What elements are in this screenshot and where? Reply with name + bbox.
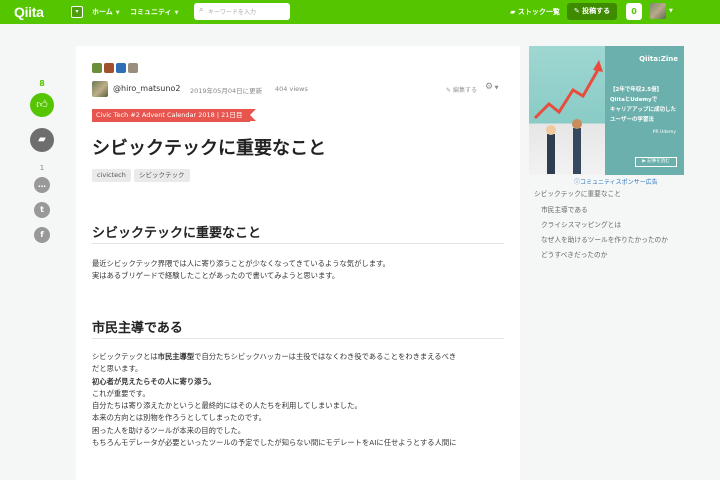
stock-list-label: ストック一覧 [517, 8, 560, 16]
paragraph: シビックテックとは市民主導型で自分たちシビックハッカーは主役ではなくわき役である… [92, 351, 506, 449]
sponsor-link[interactable]: ⓘコミュニティスポンサー広告 [574, 177, 658, 186]
text-span: シビックテックとは [92, 352, 158, 361]
facebook-icon[interactable]: f [34, 227, 50, 243]
like-count: 8 [39, 79, 45, 88]
article-title: シビックテックに重要なこと [92, 138, 326, 159]
nav-home[interactable]: ホーム ▼ [92, 7, 120, 17]
paragraph-line: もちろんモデレータが必要といったツールの予定でしたが知らない間にモデレートをAI… [92, 438, 457, 448]
ad-pr-label: PR Udemy [652, 130, 676, 135]
post-button[interactable]: ✎ 投稿する [567, 3, 617, 20]
pencil-icon: ✎ [446, 87, 453, 94]
liker-avatar[interactable] [116, 63, 126, 73]
service-menu-dropdown-icon[interactable]: ▾ [71, 6, 83, 18]
liker-avatar[interactable] [92, 63, 102, 73]
ad-cta-label: 記事を読む [647, 159, 670, 164]
chevron-down-icon: ▼ [115, 10, 120, 16]
text-span: で自分たちシビックハッカーは主役ではなくわき役であることをわきまえるべき [194, 352, 457, 361]
comment-icon[interactable]: … [34, 177, 50, 193]
search-icon: ⌕ [199, 5, 204, 14]
ad-line: ユーザーの学習法 [610, 117, 654, 123]
likers-avatars [92, 63, 140, 73]
advent-calendar-ribbon[interactable]: Civic Tech #2 Advent Calendar 2018 | 21日… [92, 109, 257, 122]
tag-civic-tech-ja[interactable]: シビックテック [134, 169, 190, 182]
paragraph-line: シビックテックとは市民主導型で自分たちシビックハッカーは主役ではなくわき役である… [92, 351, 506, 363]
notification-button[interactable]: 0 [626, 3, 642, 20]
paragraph-line: これが重要です。 [92, 388, 150, 398]
user-avatar[interactable] [650, 3, 666, 19]
ad-line: QiitaとUdemyで [610, 97, 658, 103]
gear-icon[interactable]: ⚙ ▼ [485, 82, 499, 92]
liker-avatar[interactable] [104, 63, 114, 73]
paragraph: 最近シビックテック界隈では人に寄り添うことが少なくなってきているような気がします… [92, 258, 506, 283]
ad-illustration [529, 46, 605, 175]
search-input[interactable]: キーワードを入力 [208, 7, 256, 16]
ad-line: 【2年で年収2.5倍】 [610, 87, 663, 93]
like-button[interactable]: 👍︎ [30, 93, 54, 117]
section-heading: シビックテックに重要なこと [92, 226, 262, 241]
search-box[interactable]: ⌕ キーワードを入力 [194, 3, 290, 20]
thumbs-up-icon: 👍︎ [36, 98, 48, 111]
edit-request-link[interactable]: ✎ 編集する [446, 85, 477, 94]
paragraph-line: 本来の方向とは別物を作ろうとしてしまったのです。 [92, 413, 266, 423]
heading-divider [92, 338, 504, 339]
liker-avatar[interactable] [128, 63, 138, 73]
comment-count: 1 [39, 164, 45, 172]
twitter-icon[interactable]: t [34, 202, 50, 218]
bold-text: 市民主導型 [157, 352, 195, 361]
updated-date: 2019年05月04日に更新 [190, 87, 263, 95]
paragraph-line: 自分たちは寄り添えたかというと最終的にはその人たちを利用してしまいました。 [92, 401, 362, 411]
post-button-label: 投稿する [582, 7, 611, 15]
toc-item[interactable]: 市民主導である [541, 204, 588, 214]
global-header: Qiita ▾ ホーム ▼ コミュニティ ▼ ⌕ キーワードを入力 ▰ ストック一覧… [0, 0, 720, 24]
chevron-down-icon[interactable]: ▼ [669, 8, 673, 14]
paragraph-line: 初心者が見えたらその人に寄り添う。 [92, 376, 506, 388]
qiita-logo[interactable]: Qiita [14, 4, 44, 20]
heading-divider [92, 243, 504, 244]
tag-civictech[interactable]: civictech [92, 169, 131, 182]
toc-item[interactable]: シビックテックに重要なこと [534, 188, 621, 198]
article: @hiro_matsuno2 2019年05月04日に更新 404 views … [76, 46, 520, 480]
sponsor-ad-banner[interactable]: Qiita:Zine 【2年で年収2.5倍】 QiitaとUdemyで キャリア… [529, 46, 684, 175]
folder-icon: ▰ [38, 134, 46, 145]
nav-home-label: ホーム [92, 8, 113, 16]
author-name[interactable]: @hiro_matsuno2 [113, 84, 180, 93]
toc-item[interactable]: どうすべきだったのか [541, 249, 607, 259]
ad-brand: Qiita:Zine [639, 55, 678, 63]
toc-item[interactable]: クライシスマッピングとは [541, 219, 621, 229]
folder-icon: ▰ [510, 8, 518, 16]
view-count: 404 views [275, 85, 308, 93]
growth-arrow-icon [533, 60, 603, 174]
sponsor-link-label: コミュニティスポンサー広告 [580, 179, 658, 186]
bold-text: 初心者が見えたらその人に寄り添う。 [92, 376, 216, 386]
ad-line: キャリアアップに成功した [610, 107, 677, 113]
stock-button[interactable]: ▰ [30, 128, 54, 152]
paragraph-line: 困った人を助けるツールが本来の目的でした。 [92, 425, 246, 435]
nav-community-label: コミュニティ [130, 8, 172, 16]
nav-community[interactable]: コミュニティ ▼ [130, 7, 178, 17]
pencil-icon: ✎ [573, 7, 583, 15]
paragraph-line: 実はあるブリゲードで経験したことがあったので書いてみようと思います。 [92, 271, 340, 281]
section-heading: 市民主導である [92, 321, 183, 336]
paragraph-line: 最近シビックテック界隈では人に寄り添うことが少なくなってきているような気がします… [92, 259, 390, 268]
author-avatar[interactable] [92, 81, 108, 97]
toc-item[interactable]: なぜ人を助けるツールを作りたかったのか [541, 234, 668, 244]
chevron-down-icon: ▼ [174, 10, 179, 16]
ad-cta-button[interactable]: ▶ 記事を読む [635, 157, 677, 167]
paragraph-line: だと思います。 [92, 364, 143, 374]
edit-request-label: 編集する [452, 87, 477, 94]
stock-list-link[interactable]: ▰ ストック一覧 [510, 7, 560, 17]
